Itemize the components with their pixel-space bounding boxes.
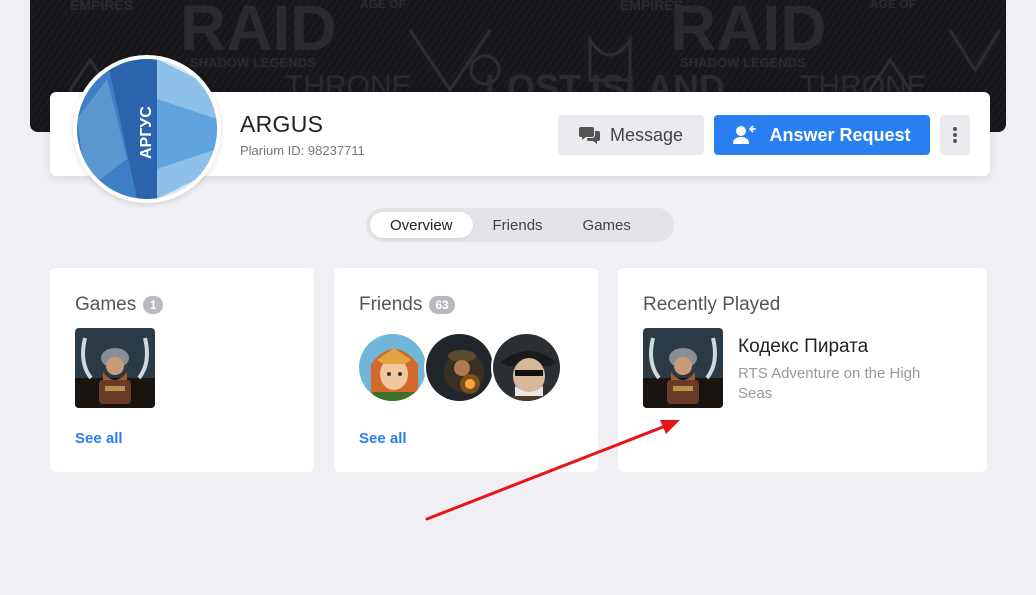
banner-text-empires-2: EMPIRES [620,0,683,13]
friends-see-all-link[interactable]: See all [359,430,407,447]
answer-request-button[interactable]: Answer Request [714,115,930,155]
friend-avatar[interactable] [424,332,495,403]
recently-played-card: Recently Played Кодекс Пирата RTS Advent… [618,268,987,472]
friend-avatar[interactable] [491,332,562,403]
friends-title-label: Friends [359,294,423,315]
more-options-button[interactable] [940,115,970,155]
pirate-game-image [75,328,155,408]
chat-bubbles-icon [578,127,600,144]
friend-avatar-image-2 [426,334,493,401]
avatar-text: АРГУС [138,106,155,159]
banner-text-empires-1: EMPIRES [70,0,133,13]
profile-avatar: АРГУС [73,55,221,203]
user-reply-icon [733,125,757,144]
recent-game-description: RTS Adventure on the High Seas [738,365,921,402]
avatar-image: АРГУС [77,59,217,199]
friend-avatar[interactable] [357,332,428,403]
tab-games[interactable]: Games [563,212,651,238]
message-button[interactable]: Message [558,115,704,155]
profile-page: RAID SHADOW LEGENDS RAID SHADOW LEGENDS … [0,0,1036,595]
banner-text-age-of-1: AGE OF [360,0,406,11]
vertical-dots-icon [953,127,957,143]
pirate-game-image [643,328,723,408]
games-title-label: Games [75,294,137,315]
friends-card-title: Friends 63 [359,294,455,316]
tab-friends[interactable]: Friends [473,212,563,238]
tab-overview[interactable]: Overview [370,212,473,238]
recent-game-name[interactable]: Кодекс Пирата [738,336,868,358]
recent-game-thumbnail[interactable] [643,328,723,408]
games-count-badge: 1 [143,296,164,314]
friend-avatar-image-3 [493,334,560,401]
games-card-title: Games 1 [75,294,164,316]
profile-tabs: Overview Friends Games [366,208,674,242]
friends-count-badge: 63 [429,296,455,314]
friends-card: Friends 63 See all [334,268,598,472]
banner-text-shadow-1: SHADOW LEGENDS [190,55,316,70]
banner-text-age-of-2: AGE OF [870,0,916,11]
plarium-id: Plarium ID: 98237711 [240,143,365,158]
games-card: Games 1 See all [50,268,314,472]
game-thumbnail[interactable] [75,328,155,408]
games-see-all-link[interactable]: See all [75,430,123,447]
message-button-label: Message [609,124,684,145]
recently-played-title: Recently Played [643,294,781,315]
friend-avatar-image-1 [359,334,426,401]
answer-request-label: Answer Request [769,124,911,145]
username: ARGUS [240,111,324,137]
